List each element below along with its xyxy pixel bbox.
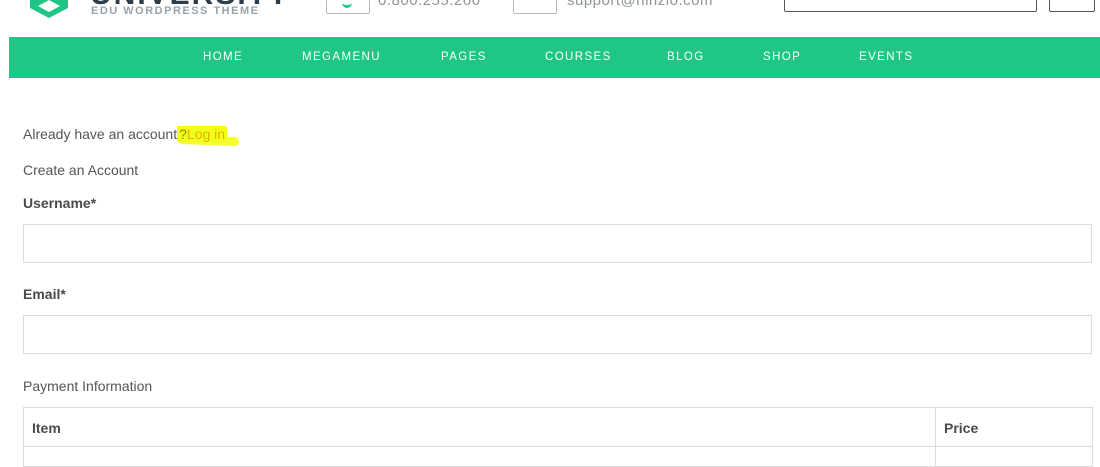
table-row-divider bbox=[24, 446, 1092, 447]
email-label: Email* bbox=[23, 286, 66, 302]
nav-item-megamenu[interactable]: MEGAMENU bbox=[302, 37, 381, 78]
email-field[interactable] bbox=[23, 315, 1092, 354]
phone-icon bbox=[342, 0, 352, 8]
create-account-heading: Create an Account bbox=[23, 162, 139, 178]
nav-item-events[interactable]: EVENTS bbox=[859, 37, 913, 78]
login-link[interactable]: Log in bbox=[187, 126, 225, 142]
nav-item-shop[interactable]: SHOP bbox=[763, 37, 801, 78]
nav-item-home[interactable]: HOME bbox=[203, 37, 243, 78]
mail-icon bbox=[513, 0, 557, 14]
login-highlight: ?Log in bbox=[177, 126, 228, 142]
table-header-item: Item bbox=[32, 420, 61, 436]
search-input[interactable] bbox=[784, 0, 1037, 12]
question-mark: ? bbox=[179, 126, 187, 142]
nav-item-courses[interactable]: COURSES bbox=[545, 37, 612, 78]
phone-number: 0.800.255.266 bbox=[378, 0, 481, 9]
nav-item-blog[interactable]: BLOG bbox=[667, 37, 705, 78]
cart-button[interactable] bbox=[1049, 0, 1095, 12]
payment-information-heading: Payment Information bbox=[23, 378, 153, 394]
table-column-divider bbox=[935, 408, 936, 466]
nav-item-pages[interactable]: PAGES bbox=[441, 37, 487, 78]
payment-table: Item Price bbox=[23, 407, 1093, 467]
already-text: Already have an account bbox=[23, 126, 178, 142]
main-nav: HOME MEGAMENU PAGES COURSES BLOG SHOP EV… bbox=[9, 37, 1100, 78]
site-header: UNIVERSITY EDU WORDPRESS THEME 0.800.255… bbox=[0, 0, 1100, 37]
support-email[interactable]: support@hinzio.com bbox=[567, 0, 713, 9]
logo-icon[interactable] bbox=[30, 0, 68, 18]
table-header-price: Price bbox=[944, 420, 979, 436]
username-label: Username* bbox=[23, 195, 97, 211]
logo-subtitle: EDU WORDPRESS THEME bbox=[91, 5, 260, 17]
username-field[interactable] bbox=[23, 224, 1092, 263]
phone-icon-box bbox=[326, 0, 370, 14]
already-have-account: Already have an account ?Log in bbox=[23, 126, 228, 142]
